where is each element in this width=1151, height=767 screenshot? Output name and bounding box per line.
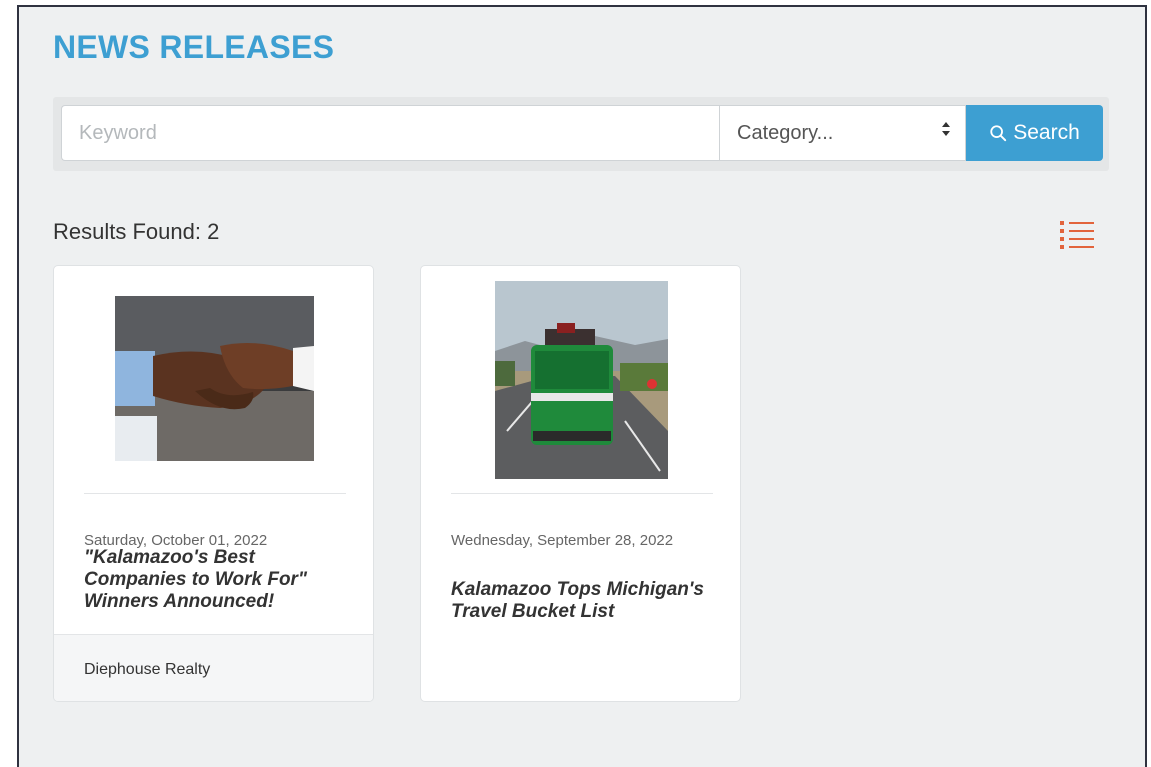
- category-select-value: Category...: [737, 122, 834, 144]
- results-count: Results Found: 2: [53, 219, 220, 244]
- news-card[interactable]: Saturday, October 01, 2022 "Kalamazoo's …: [53, 265, 374, 702]
- main-panel: NEWS RELEASES Category... Search Results…: [17, 5, 1147, 767]
- card-source: Diephouse Realty: [84, 661, 211, 678]
- search-icon: [990, 125, 1007, 142]
- sort-arrows-icon: [941, 106, 951, 160]
- list-view-icon[interactable]: [1057, 217, 1097, 253]
- card-title[interactable]: "Kalamazoo's Best Companies to Work For"…: [84, 547, 344, 613]
- search-button-label: Search: [1013, 121, 1080, 144]
- card-divider: [451, 493, 713, 494]
- category-select[interactable]: Category...: [719, 105, 966, 161]
- keyword-input[interactable]: [61, 105, 719, 161]
- card-footer: Diephouse Realty: [54, 634, 373, 701]
- card-date: Wednesday, September 28, 2022: [451, 532, 674, 549]
- card-divider: [84, 493, 346, 494]
- page-title: NEWS RELEASES: [53, 29, 335, 65]
- green-van-road-photo[interactable]: [495, 281, 668, 479]
- search-button[interactable]: Search: [966, 105, 1103, 161]
- handshake-photo[interactable]: [115, 296, 314, 461]
- card-title[interactable]: Kalamazoo Tops Michigan's Travel Bucket …: [451, 579, 711, 623]
- search-bar: Category... Search: [53, 97, 1109, 171]
- news-card[interactable]: Wednesday, September 28, 2022 Kalamazoo …: [420, 265, 741, 702]
